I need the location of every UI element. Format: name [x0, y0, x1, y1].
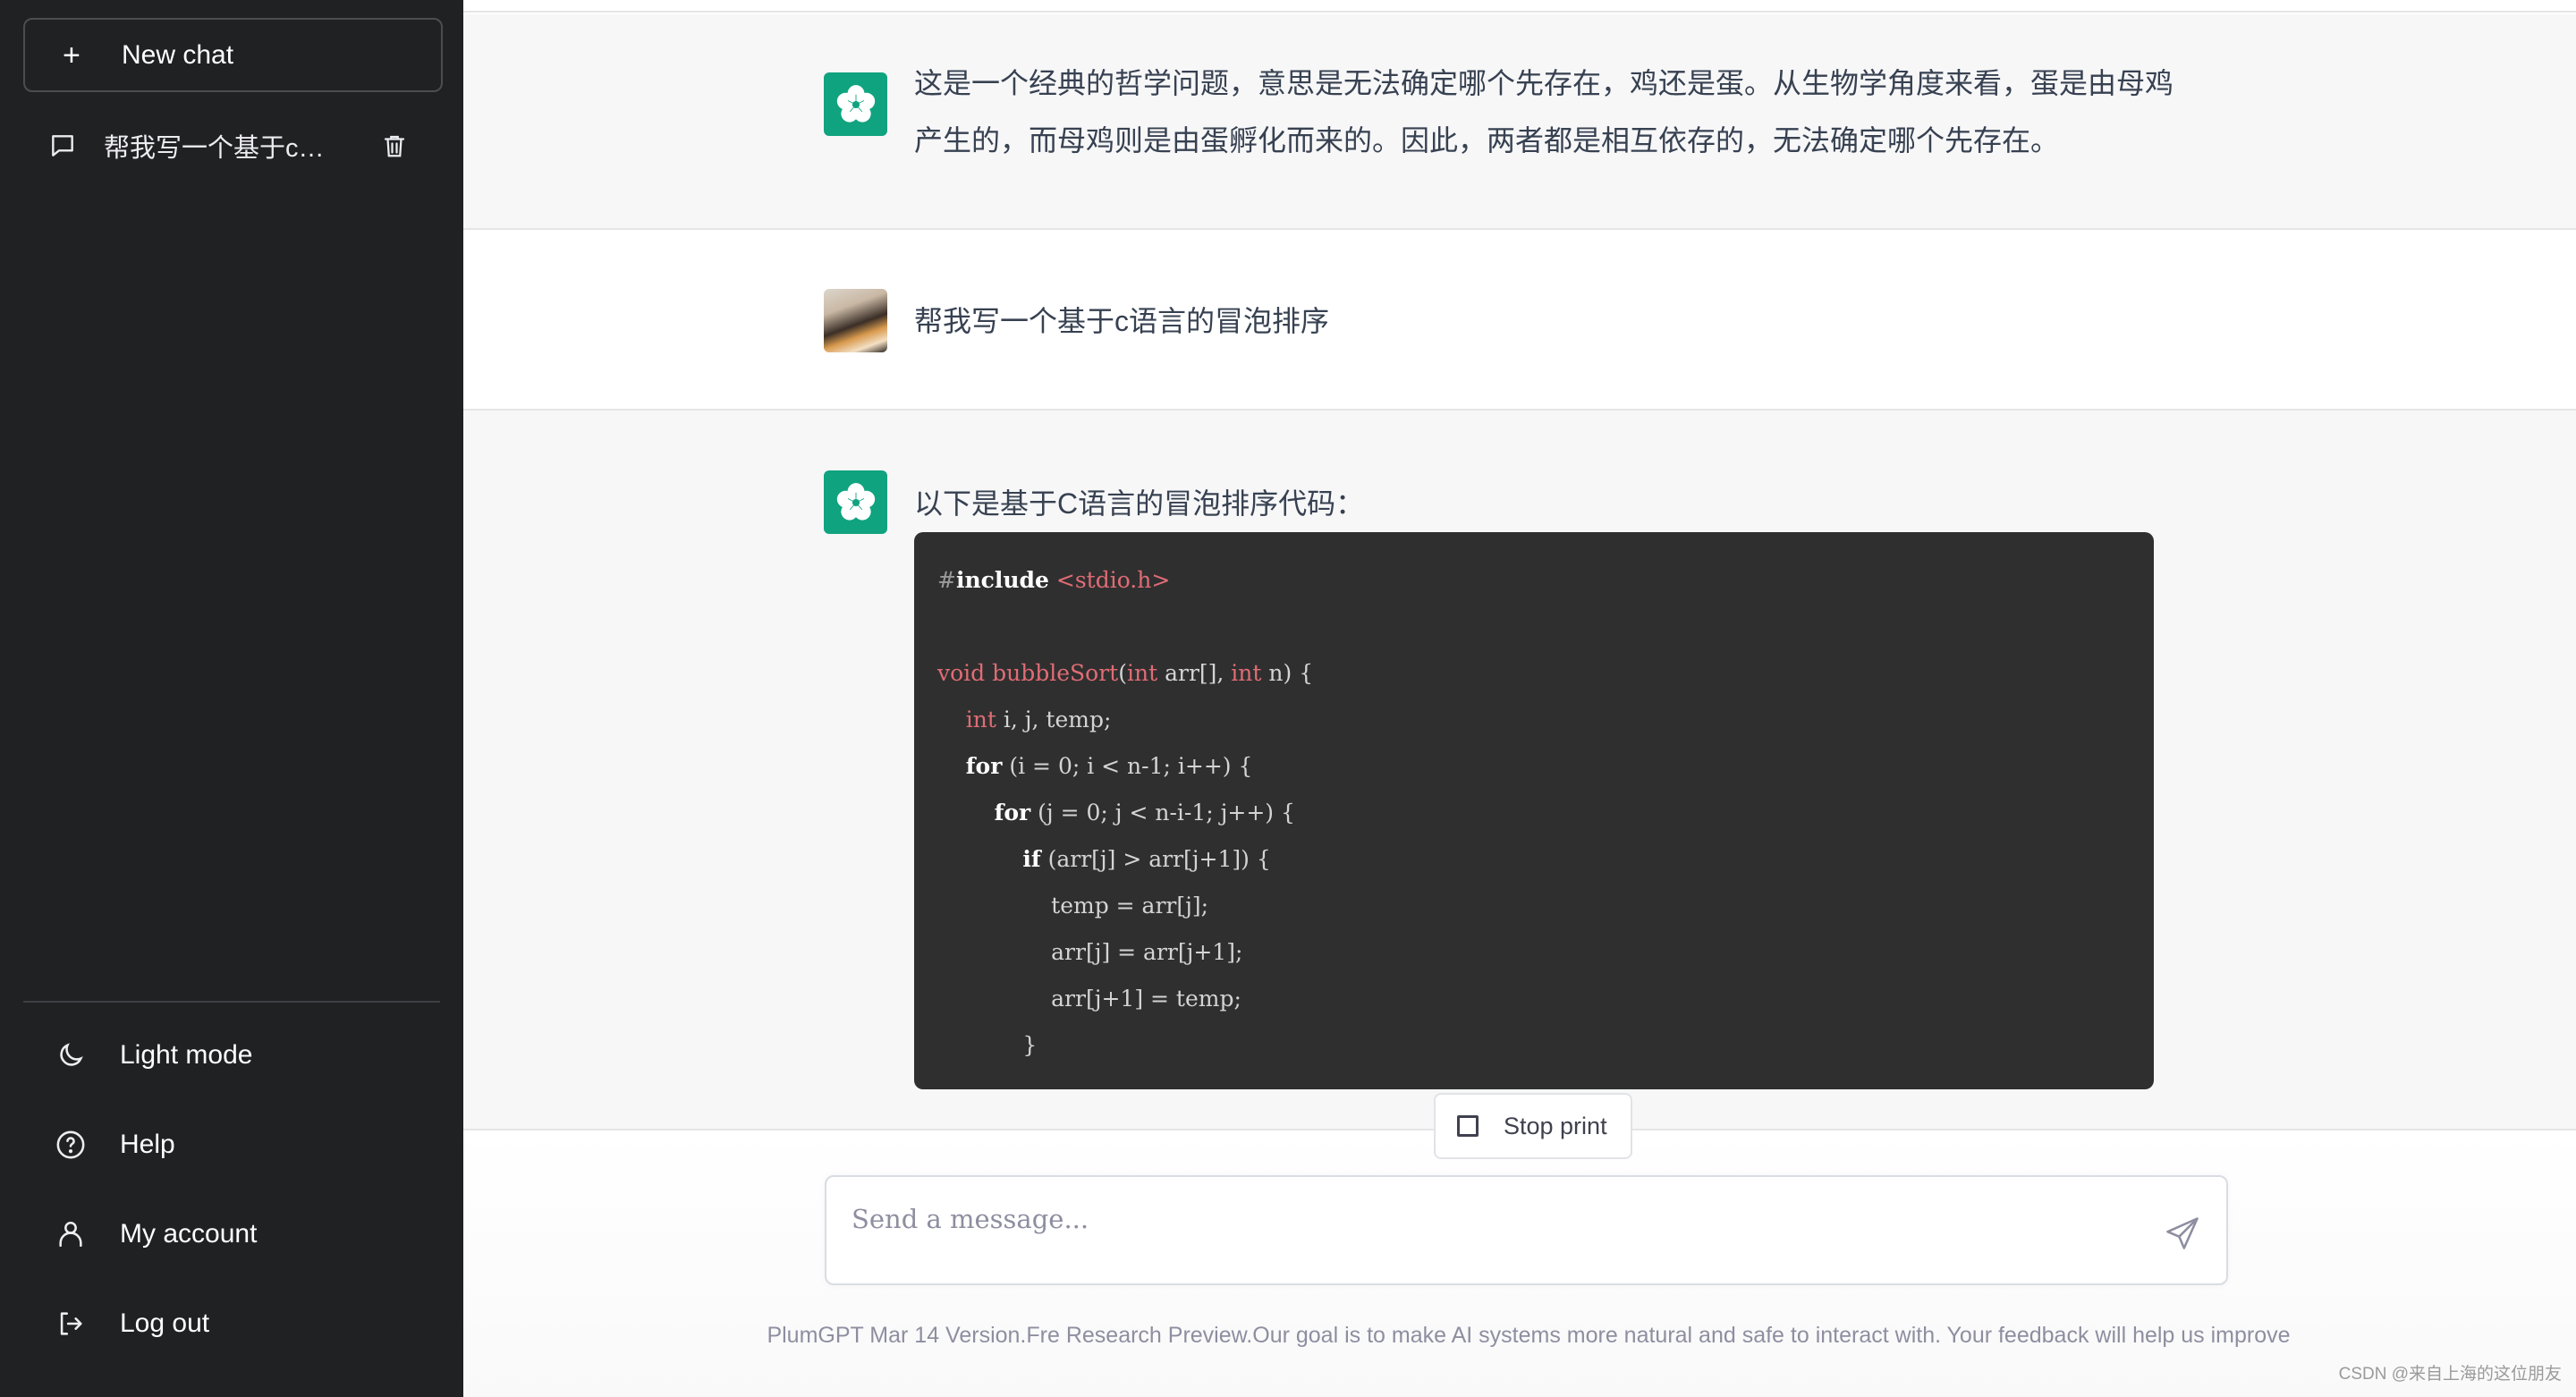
stop-print-label: Stop print [1504, 1112, 1607, 1139]
top-strip [463, 0, 2576, 13]
footer-disclaimer: PlumGPT Mar 14 Version.Fre Research Prev… [767, 1323, 2291, 1348]
help-circle-icon [55, 1130, 86, 1160]
code-line: void bubbleSort(int arr[], int n) { [937, 660, 1314, 686]
assistant-message: 这是一个经典的哲学问题，意思是无法确定哪个先存在，鸡还是蛋。从生物学角度来看，蛋… [463, 14, 2576, 230]
moon-icon [55, 1040, 86, 1071]
code-line: for (i = 0; i < n-1; i++) { [965, 753, 1253, 779]
message-input[interactable] [852, 1204, 2104, 1257]
plum-blossom-icon [824, 72, 887, 136]
plus-icon: + [63, 38, 80, 72]
send-icon [2166, 1217, 2199, 1249]
code-block: #include <stdio.h> void bubbleSort(int a… [914, 532, 2154, 1089]
user-avatar [824, 289, 887, 352]
sidebar-item-help[interactable]: Help [23, 1100, 443, 1190]
new-chat-label: New chat [122, 39, 234, 70]
user-icon [55, 1219, 86, 1249]
sidebar-item-log-out[interactable]: Log out [23, 1279, 443, 1368]
message-text: 这是一个经典的哲学问题，意思是无法确定哪个先存在，鸡还是蛋。从生物学角度来看，蛋… [914, 67, 2174, 157]
sidebar: + New chat 帮我写一个基于c语... Light mode Help [0, 0, 463, 1397]
sidebar-item-label: Help [120, 1130, 175, 1159]
code-line: arr[j+1] = temp; [937, 986, 1241, 1012]
sidebar-item-light-mode[interactable]: Light mode [23, 1011, 443, 1100]
code-line: for (j = 0; j < n-i-1; j++) { [994, 800, 1295, 826]
sidebar-item-label: Light mode [120, 1040, 253, 1070]
sidebar-item-my-account[interactable]: My account [23, 1190, 443, 1279]
user-message: 帮我写一个基于c语言的冒泡排序 [463, 230, 2576, 411]
sidebar-menu: Light mode Help My account Log out [23, 1011, 443, 1368]
code-line: int i, j, temp; [965, 707, 1112, 732]
sidebar-divider [23, 1001, 440, 1003]
sidebar-item-label: My account [120, 1219, 258, 1249]
plum-blossom-icon [824, 470, 887, 534]
stop-square-icon [1457, 1115, 1479, 1137]
conversation-title: 帮我写一个基于c语... [104, 134, 345, 163]
watermark: CSDN @来自上海的这位朋友 [2338, 1365, 2562, 1384]
message-input-box [825, 1175, 2228, 1285]
code-line: if (arr[j] > arr[j+1]) { [1022, 846, 1271, 872]
assistant-message: 以下是基于C语言的冒泡排序代码： #include <stdio.h> void… [463, 411, 2576, 1129]
new-chat-button[interactable]: + New chat [23, 18, 443, 92]
code-line: arr[j] = arr[j+1]; [937, 939, 1243, 965]
code-line: temp = arr[j]; [937, 893, 1209, 919]
chat-main: 这是一个经典的哲学问题，意思是无法确定哪个先存在，鸡还是蛋。从生物学角度来看，蛋… [463, 0, 2576, 1397]
composer-area: PlumGPT Mar 14 Version.Fre Research Prev… [463, 1129, 2576, 1397]
sidebar-item-label: Log out [120, 1308, 210, 1338]
send-button[interactable] [2160, 1211, 2205, 1256]
trash-icon[interactable] [381, 132, 408, 159]
code-line: #include <stdio.h> [937, 567, 1171, 593]
logout-icon [55, 1308, 86, 1339]
code-line: } [937, 1032, 1038, 1058]
message-icon [48, 131, 77, 160]
message-text: 帮我写一个基于c语言的冒泡排序 [914, 305, 1330, 337]
message-text: 以下是基于C语言的冒泡排序代码： [914, 487, 1365, 520]
conversation-item[interactable]: 帮我写一个基于c语... [23, 116, 443, 175]
stop-print-button[interactable]: Stop print [1434, 1093, 1632, 1159]
